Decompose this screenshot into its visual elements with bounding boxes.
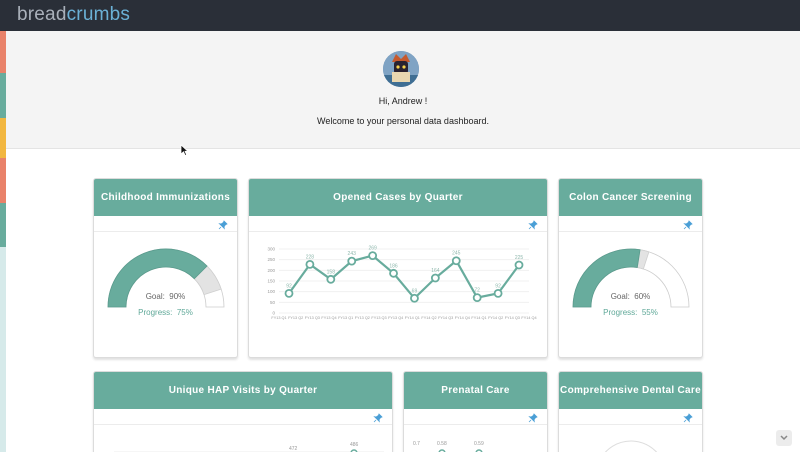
data-point[interactable] xyxy=(410,293,419,303)
welcome-hero: Hi, Andrew ! Welcome to your personal da… xyxy=(6,31,800,149)
top-nav-bar: breadcrumbs xyxy=(0,0,800,31)
x-tick-label: FY13 Q2 xyxy=(355,316,370,320)
data-point[interactable] xyxy=(430,273,440,283)
data-label: 228 xyxy=(306,254,315,260)
data-label: 158 xyxy=(327,269,336,275)
card-title: Childhood Immunizations xyxy=(94,179,237,216)
scroll-corner-icon[interactable] xyxy=(776,430,792,446)
data-point[interactable] xyxy=(347,256,357,266)
svg-text:0.59: 0.59 xyxy=(474,441,484,447)
data-label: 243 xyxy=(348,251,357,257)
data-label: 269 xyxy=(368,246,377,252)
data-point[interactable] xyxy=(368,251,378,261)
data-label: 164 xyxy=(431,268,440,274)
pin-icon[interactable] xyxy=(373,413,383,423)
card-divider xyxy=(404,424,547,425)
x-tick-label: FY13 Q3 xyxy=(371,316,386,320)
x-tick-label: FY13 Q3 xyxy=(305,316,320,320)
data-point[interactable] xyxy=(326,274,336,284)
y-tick-label: 100 xyxy=(267,289,275,294)
progress-row: Progress: 55% xyxy=(603,308,658,317)
progress-row: Progress: 75% xyxy=(138,308,193,317)
data-point[interactable] xyxy=(389,268,398,278)
brand-logo[interactable]: breadcrumbs xyxy=(17,4,130,26)
card-title: Opened Cases by Quarter xyxy=(249,179,547,216)
card-divider xyxy=(94,424,392,425)
immunizations-card: Childhood Immunizations Goal: 90% Progre… xyxy=(93,178,238,358)
colon-screening-card: Colon Cancer Screening Goal: 60% Progres… xyxy=(558,178,703,358)
data-label: 92 xyxy=(286,283,292,289)
data-label: 245 xyxy=(452,251,461,257)
hap-chart-partial: 472 486 xyxy=(114,442,384,452)
data-point[interactable] xyxy=(514,260,524,270)
x-tick-label: FY14 Q3 xyxy=(505,316,520,320)
goal-row: Goal: 60% xyxy=(610,292,651,301)
x-tick-label: FY14 Q1 xyxy=(471,316,486,320)
svg-text:472: 472 xyxy=(289,446,298,452)
strip-segment xyxy=(0,247,6,452)
opened-cases-card: Opened Cases by Quarter 0 50 100 150 200 250 3… xyxy=(248,178,548,358)
y-tick-label: 0 xyxy=(272,311,275,316)
pin-icon[interactable] xyxy=(528,413,538,423)
goal-row: Goal: 90% xyxy=(145,292,186,301)
x-tick-label: FY14 Q2 xyxy=(488,316,503,320)
prenatal-care-card: Prenatal Care 0.7 0.58 0.59 xyxy=(403,371,548,452)
data-point[interactable] xyxy=(472,293,482,303)
card-divider xyxy=(94,231,237,232)
data-point[interactable] xyxy=(284,288,294,298)
data-label: 186 xyxy=(389,263,398,269)
pin-icon[interactable] xyxy=(683,220,693,230)
card-divider xyxy=(559,231,702,232)
pin-icon[interactable] xyxy=(218,220,228,230)
data-point[interactable] xyxy=(451,256,461,266)
hap-visits-card: Unique HAP Visits by Quarter 472 486 xyxy=(93,371,393,452)
pin-icon[interactable] xyxy=(528,220,538,230)
x-tick-label: FY13 Q1 xyxy=(338,316,353,320)
opened-cases-line-chart: 050100150200250300FY13 Q1 FY13 Q2 FY13 Q3 F… xyxy=(267,246,536,320)
data-label: 72 xyxy=(474,288,480,294)
x-tick-label: FY13 Q4 xyxy=(388,316,403,320)
y-tick-label: 250 xyxy=(267,257,275,262)
data-point[interactable] xyxy=(305,259,315,269)
y-tick-label: 50 xyxy=(270,300,276,305)
data-label: 225 xyxy=(515,255,524,261)
strip-segment xyxy=(0,158,6,203)
data-label: 92 xyxy=(495,283,501,289)
strip-segment xyxy=(0,203,6,247)
x-tick-label: FY13 Q2 xyxy=(288,316,303,320)
x-tick-label: FY14 Q4 xyxy=(521,316,536,320)
greeting-text: Hi, Andrew ! xyxy=(378,96,428,106)
data-point[interactable] xyxy=(493,288,503,298)
card-divider xyxy=(249,231,547,232)
svg-text:0.58: 0.58 xyxy=(437,441,447,447)
dental-gauge-partial xyxy=(604,440,658,452)
welcome-text: Welcome to your personal data dashboard. xyxy=(317,116,489,126)
y-tick-label: 200 xyxy=(267,268,275,273)
card-title: Colon Cancer Screening xyxy=(559,179,702,216)
x-tick-label: FY13 Q1 xyxy=(271,316,286,320)
x-tick-label: FY13 Q4 xyxy=(321,316,336,320)
card-title: Comprehensive Dental Care xyxy=(559,372,702,409)
y-tick-label: 150 xyxy=(267,279,275,284)
x-tick-label: FY14 Q1 xyxy=(405,316,420,320)
svg-text:0.7: 0.7 xyxy=(413,441,420,447)
avatar[interactable] xyxy=(383,51,419,87)
dental-care-card: Comprehensive Dental Care xyxy=(558,371,703,452)
x-tick-label: FY14 Q2 xyxy=(421,316,436,320)
x-tick-label: FY14 Q3 xyxy=(438,316,453,320)
card-divider xyxy=(559,424,702,425)
y-tick-label: 300 xyxy=(267,247,275,252)
data-label: 69 xyxy=(412,288,418,294)
x-tick-label: FY14 Q4 xyxy=(455,316,470,320)
pin-icon[interactable] xyxy=(683,413,693,423)
svg-text:486: 486 xyxy=(350,442,359,448)
card-title: Unique HAP Visits by Quarter xyxy=(94,372,392,409)
prenatal-chart-partial: 0.7 0.58 0.59 xyxy=(413,441,484,452)
mouse-cursor-icon xyxy=(180,144,189,157)
card-title: Prenatal Care xyxy=(404,372,547,409)
